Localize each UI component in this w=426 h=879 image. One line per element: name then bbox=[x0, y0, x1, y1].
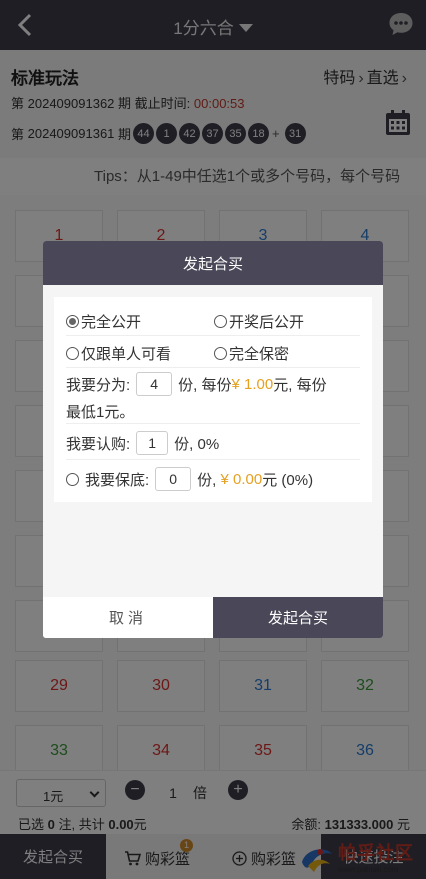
guarantee-suffix: 元 (0%) bbox=[262, 471, 314, 489]
option-label: 完全公开 bbox=[81, 314, 142, 331]
per-unit: 元, 每份 bbox=[273, 376, 327, 394]
option-label: 开奖后公开 bbox=[229, 314, 305, 331]
dialog-title: 发起合买 bbox=[43, 241, 383, 285]
split-unit: 份, bbox=[178, 376, 198, 394]
radio-icon bbox=[214, 315, 227, 328]
divider bbox=[66, 367, 360, 368]
option-private[interactable]: 完全保密 bbox=[214, 343, 289, 364]
option-label: 仅跟单人可看 bbox=[81, 346, 172, 363]
option-label: 完全保密 bbox=[229, 346, 290, 363]
buy-unit: 份, 0% bbox=[174, 435, 220, 453]
option-after-draw[interactable]: 开奖后公开 bbox=[214, 311, 304, 332]
buy-row: 我要认购: 1 份, 0% bbox=[66, 431, 219, 455]
radio-icon bbox=[66, 347, 79, 360]
radio-icon bbox=[214, 347, 227, 360]
per-label: 每份 bbox=[201, 376, 232, 394]
guarantee-label: 我要保底: bbox=[85, 471, 150, 489]
divider bbox=[66, 423, 360, 424]
guarantee-row: 我要保底: 0 份, ¥ 0.00 元 (0%) bbox=[66, 467, 313, 491]
split-row: 我要分为: 4 份, 每份 ¥ 1.00 元, 每份 bbox=[66, 372, 327, 396]
guarantee-radio[interactable] bbox=[66, 472, 79, 486]
guarantee-unit: 份, bbox=[197, 471, 217, 489]
split-input[interactable]: 4 bbox=[136, 372, 173, 396]
divider bbox=[66, 335, 360, 336]
dialog-footer: 取消 发起合买 bbox=[43, 597, 383, 638]
guarantee-amount: ¥ 0.00 bbox=[220, 470, 263, 488]
min-line: 最低1元。 bbox=[66, 404, 135, 421]
guarantee-input[interactable]: 0 bbox=[155, 467, 192, 491]
group-buy-dialog: 发起合买 完全公开 开奖后公开 仅跟单人可看 完全保密 我要分为: 4 份, 每… bbox=[43, 241, 383, 638]
option-public[interactable]: 完全公开 bbox=[66, 311, 141, 332]
split-label: 我要分为: bbox=[66, 376, 131, 394]
divider bbox=[66, 459, 360, 460]
buy-label: 我要认购: bbox=[66, 435, 131, 453]
buy-input[interactable]: 1 bbox=[136, 431, 169, 455]
dialog-body: 完全公开 开奖后公开 仅跟单人可看 完全保密 我要分为: 4 份, 每份 ¥ 1… bbox=[54, 297, 372, 502]
confirm-group-buy-button[interactable]: 发起合买 bbox=[213, 597, 383, 638]
option-followers-only[interactable]: 仅跟单人可看 bbox=[66, 343, 171, 364]
per-amount: ¥ 1.00 bbox=[231, 375, 274, 393]
radio-checked-icon bbox=[66, 315, 79, 328]
cancel-button[interactable]: 取消 bbox=[43, 597, 213, 638]
